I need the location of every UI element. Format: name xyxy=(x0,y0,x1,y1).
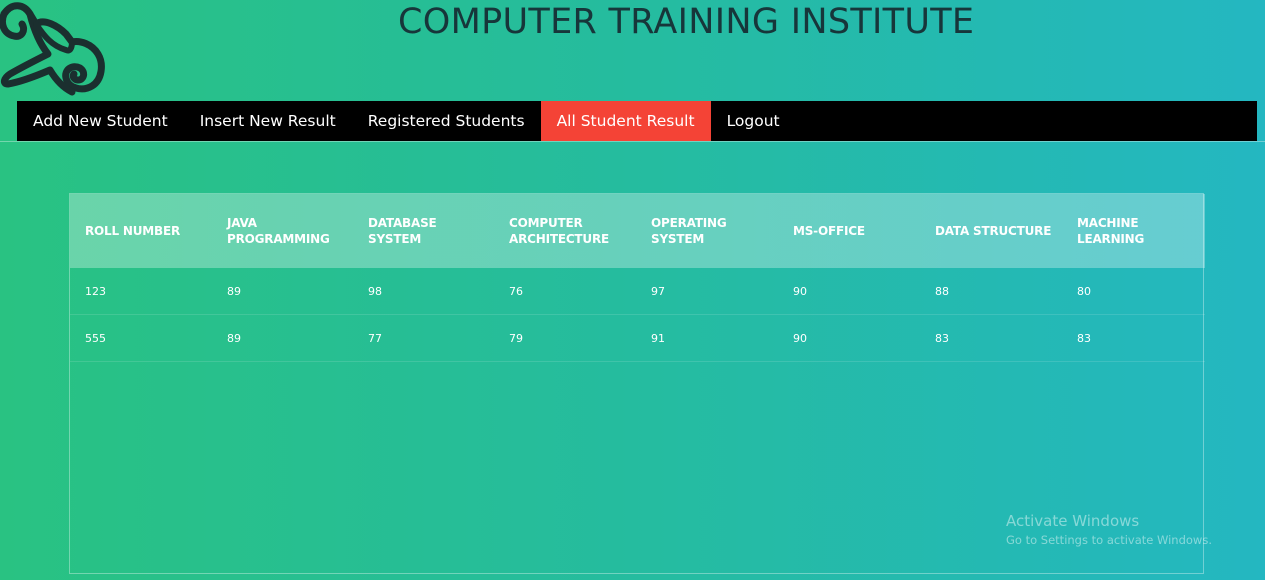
table-row: 555 89 77 79 91 90 83 83 xyxy=(70,314,1205,362)
scroll-icon xyxy=(0,0,106,100)
column-header: DATA STRUCTURE xyxy=(935,224,1052,238)
table-cell: 83 xyxy=(920,314,1062,362)
table-cell: 88 xyxy=(920,268,1062,315)
table-row: 123 89 98 76 97 90 88 80 xyxy=(70,268,1205,315)
nav-logout[interactable]: Logout xyxy=(711,101,796,141)
divider xyxy=(0,141,1265,142)
column-header: ROLL NUMBER xyxy=(85,224,181,238)
table-cell: 83 xyxy=(1062,314,1205,362)
table-cell: 91 xyxy=(636,314,778,362)
column-header: COMPUTER ARCHITECTURE xyxy=(509,216,609,246)
table-cell: 90 xyxy=(778,314,920,362)
page-title: COMPUTER TRAINING INSTITUTE xyxy=(398,2,975,42)
table-cell: 89 xyxy=(212,268,353,315)
results-table: ROLL NUMBER JAVA PROGRAMMING DATABASE SY… xyxy=(70,194,1205,362)
column-header: DATABASE SYSTEM xyxy=(368,216,437,246)
watermark-title: Activate Windows xyxy=(1006,512,1140,530)
column-header: MS-OFFICE xyxy=(793,224,865,238)
watermark-subtitle: Go to Settings to activate Windows. xyxy=(1006,533,1212,547)
main-navbar: Add New Student Insert New Result Regist… xyxy=(17,101,1257,141)
table-cell: 555 xyxy=(70,314,212,362)
column-header: MACHINE LEARNING xyxy=(1077,216,1145,246)
table-cell: 80 xyxy=(1062,268,1205,315)
table-cell: 97 xyxy=(636,268,778,315)
table-cell: 90 xyxy=(778,268,920,315)
nav-all-student-result[interactable]: All Student Result xyxy=(540,101,711,141)
table-cell: 89 xyxy=(212,314,353,362)
column-header: OPERATING SYSTEM xyxy=(651,216,727,246)
nav-add-new-student[interactable]: Add New Student xyxy=(17,101,184,141)
activate-windows-watermark: Activate Windows Go to Settings to activ… xyxy=(1006,512,1212,547)
nav-registered-students[interactable]: Registered Students xyxy=(352,101,541,141)
table-cell: 98 xyxy=(353,268,494,315)
table-cell: 77 xyxy=(353,314,494,362)
nav-insert-new-result[interactable]: Insert New Result xyxy=(184,101,352,141)
table-cell: 76 xyxy=(494,268,636,315)
table-cell: 79 xyxy=(494,314,636,362)
table-header-row: ROLL NUMBER JAVA PROGRAMMING DATABASE SY… xyxy=(70,194,1205,268)
table-cell: 123 xyxy=(70,268,212,315)
column-header: JAVA PROGRAMMING xyxy=(227,216,330,246)
